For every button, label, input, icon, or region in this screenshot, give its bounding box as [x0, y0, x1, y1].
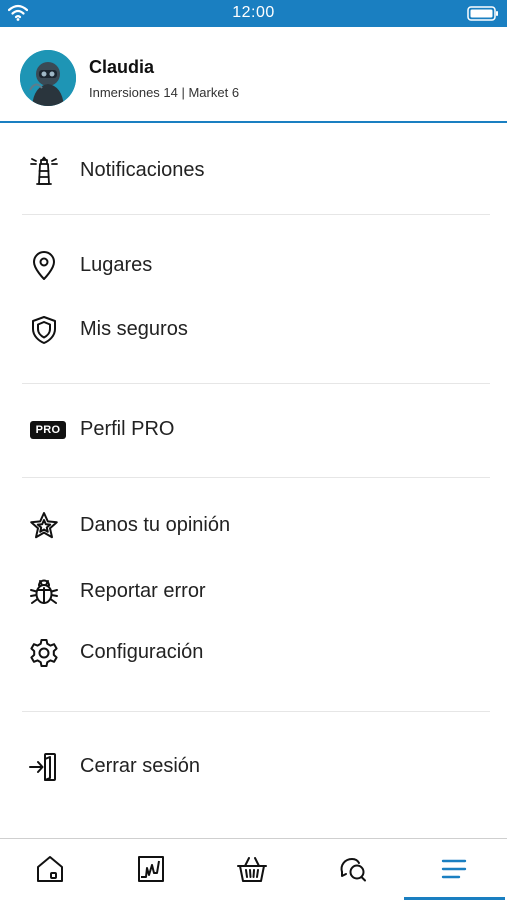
bug-icon	[30, 579, 58, 604]
menu-item-settings[interactable]: Configuración	[0, 625, 507, 681]
menu-label-logout: Cerrar sesión	[80, 755, 201, 777]
menu-item-places[interactable]: Lugares	[0, 238, 507, 294]
gear-icon	[30, 639, 58, 667]
tab-market[interactable]	[202, 839, 303, 900]
menu-label-insurance: Mis seguros	[80, 318, 188, 340]
menu-item-report-bug[interactable]: Reportar error	[0, 564, 507, 620]
tab-menu[interactable]	[404, 839, 505, 900]
divider	[22, 383, 490, 384]
menu-label-places: Lugares	[80, 254, 153, 276]
lighthouse-icon	[30, 156, 58, 185]
home-icon	[37, 856, 63, 882]
divider	[22, 711, 490, 712]
profile-stats: Inmersiones 14 | Market 6	[89, 85, 240, 100]
divider	[22, 477, 490, 478]
logbook-chart-icon	[138, 856, 164, 882]
menu-item-insurance[interactable]: Mis seguros	[0, 302, 507, 358]
menu-label-feedback: Danos tu opinión	[80, 514, 231, 536]
star-icon	[30, 512, 58, 539]
pro-badge-icon: PRO	[30, 421, 66, 439]
market-basket-icon	[237, 857, 267, 882]
menu-label-report-bug: Reportar error	[80, 580, 206, 602]
location-pin-icon	[33, 251, 55, 280]
avatar[interactable]	[20, 50, 76, 106]
shield-icon	[32, 316, 56, 344]
bottom-nav	[0, 838, 507, 900]
menu-label-pro-profile: Perfil PRO	[80, 418, 175, 440]
battery-icon	[467, 6, 498, 21]
profile-header[interactable]: Claudia Inmersiones 14 | Market 6	[0, 27, 507, 123]
menu-item-pro-profile[interactable]: PRO Perfil PRO	[0, 402, 507, 458]
status-time: 12:00	[232, 4, 275, 21]
menu-item-feedback[interactable]: Danos tu opinión	[0, 498, 507, 554]
status-bar: 12:00	[0, 0, 507, 27]
divider	[22, 214, 490, 215]
tab-chat[interactable]	[303, 839, 404, 900]
chat-icon	[340, 858, 366, 882]
tab-home[interactable]	[0, 839, 101, 900]
logout-icon	[29, 753, 56, 781]
menu-item-notifications[interactable]: Notificaciones	[0, 143, 507, 199]
menu-icon	[441, 859, 467, 879]
menu-label-settings: Configuración	[80, 641, 204, 663]
profile-name: Claudia	[89, 57, 155, 77]
avatar-image	[20, 50, 76, 106]
menu-label-notifications: Notificaciones	[80, 159, 205, 181]
tab-logbook[interactable]	[101, 839, 202, 900]
menu-item-logout[interactable]: Cerrar sesión	[0, 739, 507, 795]
